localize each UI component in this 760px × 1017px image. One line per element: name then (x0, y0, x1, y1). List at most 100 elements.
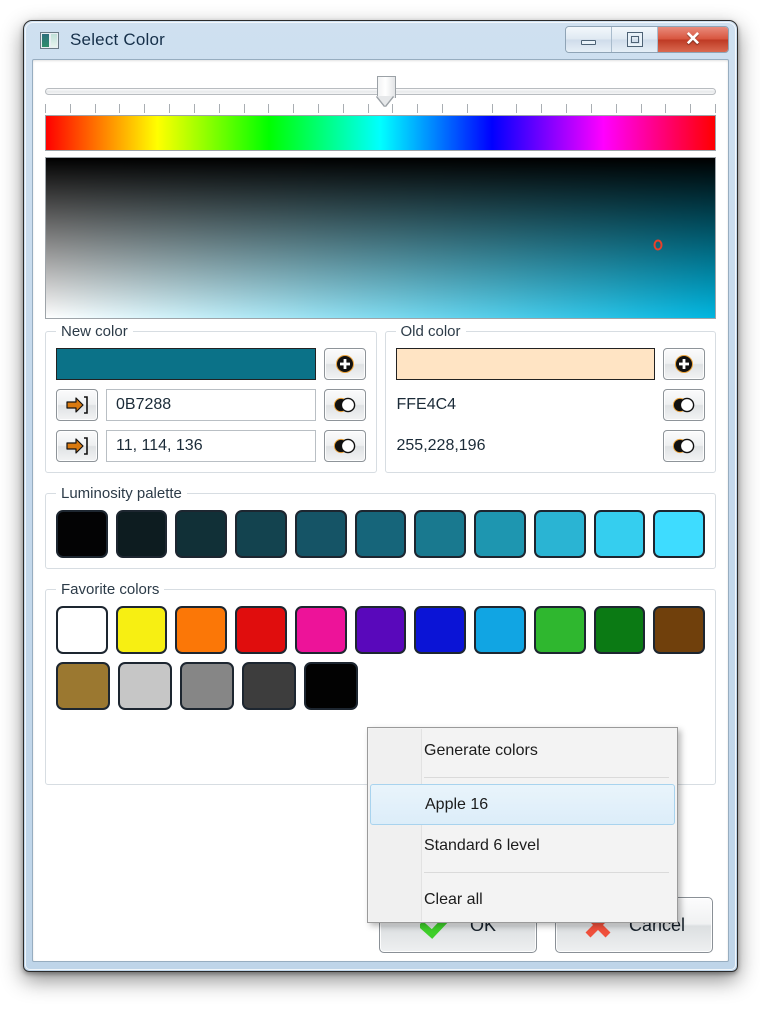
hue-slider-tick (590, 104, 592, 113)
hue-slider-tick (516, 104, 518, 113)
maximize-button[interactable] (612, 27, 658, 52)
hue-slider-tick (615, 104, 617, 113)
copy-circles-icon (672, 438, 695, 454)
new-color-hex-input[interactable]: 0B7288 (106, 389, 316, 421)
favorite-color-swatch[interactable] (294, 606, 347, 654)
old-color-copy-rgb-button[interactable] (663, 430, 705, 462)
hue-slider-tick (566, 104, 568, 113)
favorite-color-swatch[interactable] (354, 606, 407, 654)
luminosity-swatch[interactable] (115, 510, 168, 558)
luminosity-swatch[interactable] (414, 510, 467, 558)
color-compare-row: New color 0B7288 11, 114, 136 Old color … (45, 323, 716, 473)
new-color-copy-rgb-button[interactable] (323, 430, 366, 462)
old-color-rgb-line: 255,228,196 (396, 430, 705, 462)
hue-slider-tick (442, 104, 443, 113)
favorite-color-swatch[interactable] (115, 606, 168, 654)
hue-slider-tick (466, 104, 468, 113)
hue-slider-tick (714, 104, 716, 113)
hue-slider-tick (69, 104, 71, 113)
luminosity-swatch[interactable] (653, 510, 706, 558)
favorites-context-menu: Generate colors Apple 16 Standard 6 leve… (367, 727, 678, 923)
luminosity-swatch[interactable] (533, 510, 586, 558)
hue-slider-ticks (45, 104, 716, 115)
hue-slider-tick (640, 104, 642, 113)
old-color-add-button[interactable] (663, 348, 705, 380)
favorite-color-swatch[interactable] (414, 606, 467, 654)
hue-slider-handle[interactable] (377, 76, 397, 107)
new-color-swatch[interactable] (56, 348, 316, 380)
favorite-color-swatch[interactable] (533, 606, 586, 654)
hue-slider-tick (417, 104, 419, 113)
old-color-swatch[interactable] (395, 348, 655, 380)
hue-slider-tick (243, 104, 245, 113)
old-color-hex-value: FFE4C4 (396, 396, 457, 413)
context-menu-item-standard-6-level[interactable]: Standard 6 level (368, 825, 677, 866)
copy-circles-icon (672, 397, 695, 413)
arrow-into-bracket-icon (66, 437, 88, 455)
arrow-into-bracket-icon (66, 396, 88, 414)
luminosity-palette-label: Luminosity palette (56, 485, 187, 502)
hue-spectrum-bar[interactable] (45, 115, 716, 151)
new-color-apply-hex-button[interactable] (56, 389, 98, 421)
favorite-color-swatch[interactable] (56, 662, 110, 710)
plus-circle-icon (675, 355, 693, 373)
luminosity-swatch[interactable] (593, 510, 646, 558)
new-color-add-button[interactable] (323, 348, 366, 380)
old-color-group: Old color FFE4C4 255,228,196 (384, 323, 716, 473)
context-menu-item-generate-colors[interactable]: Generate colors (368, 730, 677, 771)
hue-slider-tick (193, 104, 195, 113)
new-color-apply-rgb-button[interactable] (56, 430, 98, 462)
hue-slider-tick (268, 104, 270, 113)
favorite-color-swatch[interactable] (653, 606, 706, 654)
hue-slider-tick (392, 104, 394, 113)
close-button[interactable]: ✕ (658, 27, 728, 52)
old-color-copy-hex-button[interactable] (663, 389, 705, 421)
favorite-color-swatch[interactable] (180, 662, 234, 710)
context-menu-item-label: Generate colors (424, 741, 538, 759)
title-bar[interactable]: Select Color ✕ (24, 21, 737, 59)
maximize-icon (626, 32, 643, 47)
luminosity-swatch[interactable] (56, 510, 108, 558)
context-menu-item-clear-all[interactable]: Clear all (368, 879, 677, 920)
luminosity-swatch[interactable] (235, 510, 287, 558)
hue-slider-tick (541, 104, 543, 113)
minimize-button[interactable] (566, 27, 612, 52)
favorite-color-swatch[interactable] (242, 662, 296, 710)
context-menu-separator (424, 777, 669, 778)
color-palette-icon (40, 31, 59, 49)
plus-circle-icon (335, 355, 354, 373)
luminosity-swatch[interactable] (175, 510, 228, 558)
old-color-rgb-value: 255,228,196 (396, 437, 486, 454)
favorite-colors-row (56, 662, 705, 710)
new-color-copy-hex-button[interactable] (323, 389, 366, 421)
hue-slider-tick (690, 104, 692, 113)
saturation-value-area[interactable] (45, 157, 716, 319)
close-icon: ✕ (685, 29, 701, 50)
favorite-color-swatch[interactable] (175, 606, 228, 654)
color-picker-marker[interactable] (653, 239, 663, 251)
hue-slider-tick (665, 104, 667, 113)
new-color-rgb-input[interactable]: 11, 114, 136 (106, 430, 316, 462)
hue-slider-tick (317, 104, 319, 113)
hue-slider-tick (119, 104, 121, 113)
old-color-hex-line: FFE4C4 (396, 389, 705, 421)
favorite-colors-grid (56, 606, 706, 710)
luminosity-swatch[interactable] (354, 510, 407, 558)
hue-slider-tick (45, 104, 46, 113)
hue-slider[interactable] (45, 73, 716, 115)
new-color-rgb-line: 11, 114, 136 (56, 430, 366, 462)
favorite-color-swatch[interactable] (474, 606, 526, 654)
luminosity-palette-row (56, 510, 706, 558)
hue-slider-tick (342, 104, 344, 113)
luminosity-swatch[interactable] (474, 510, 526, 558)
favorite-color-swatch[interactable] (118, 662, 172, 710)
minimize-icon (581, 40, 596, 45)
luminosity-swatch[interactable] (294, 510, 347, 558)
context-menu-item-apple-16[interactable]: Apple 16 (370, 784, 675, 825)
favorite-color-swatch[interactable] (56, 606, 108, 654)
new-color-swatch-line (56, 348, 366, 380)
favorite-color-swatch[interactable] (235, 606, 287, 654)
favorite-colors-label: Favorite colors (56, 581, 165, 598)
favorite-color-swatch[interactable] (304, 662, 358, 710)
favorite-color-swatch[interactable] (593, 606, 646, 654)
